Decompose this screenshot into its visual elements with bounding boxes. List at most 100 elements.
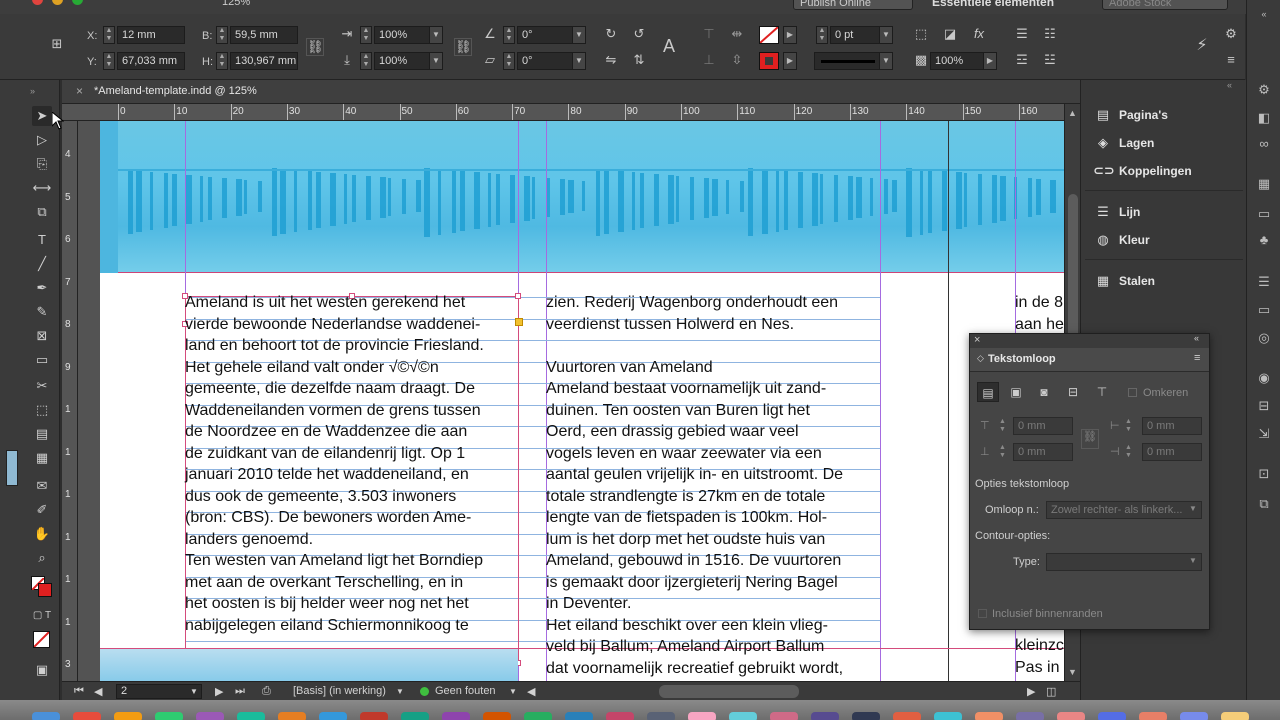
dock-app-icon[interactable]: [360, 712, 388, 720]
cc-libraries-icon[interactable]: ◧: [1256, 110, 1272, 126]
scale-x-stepper[interactable]: ▲ ▼: [360, 26, 372, 44]
text-justify-icon[interactable]: ☳: [1041, 52, 1059, 70]
screen-mode-icon[interactable]: ▣: [32, 660, 52, 680]
first-page-icon[interactable]: ⏮: [74, 685, 84, 698]
dock-app-icon[interactable]: [524, 712, 552, 720]
dock-app-icon[interactable]: [114, 712, 142, 720]
horizontal-scroll-thumb[interactable]: [659, 685, 799, 698]
stroke-type-dropdown[interactable]: ▼: [879, 52, 893, 70]
close-window-button[interactable]: [32, 0, 43, 5]
formatting-affects-icon[interactable]: ▢ T: [32, 606, 52, 626]
gradient-feather-tool[interactable]: ▦: [32, 448, 52, 468]
last-page-icon[interactable]: ⏭: [235, 685, 245, 698]
panel-toggle-icon[interactable]: ◇: [977, 353, 984, 364]
opacity-field[interactable]: 100%: [930, 52, 984, 70]
expand-panels-icon[interactable]: «: [1256, 6, 1272, 22]
collapse-panel-icon[interactable]: «: [1194, 333, 1199, 343]
eyedropper-tool[interactable]: ✐: [32, 500, 52, 520]
rotate-dropdown[interactable]: ▼: [572, 26, 586, 44]
dock-app-icon[interactable]: [934, 712, 962, 720]
right-offset-field[interactable]: 0 mm: [1142, 443, 1202, 461]
height-field[interactable]: 130,967 mm: [230, 52, 298, 70]
stroke-dropdown[interactable]: ▶: [783, 52, 797, 70]
adobe-stock-search[interactable]: Adobe Stock: [1102, 0, 1228, 10]
zoom-level[interactable]: 125%: [222, 0, 250, 8]
dock-app-icon[interactable]: [811, 712, 839, 720]
horizontal-ruler[interactable]: 0 10 20 30 40 50 60 70 80 90 100 110 120 130 140 150 160: [62, 104, 1064, 121]
drop-shadow-icon[interactable]: ◪: [941, 26, 959, 44]
dock-app-icon[interactable]: [770, 712, 798, 720]
dock-app-icon[interactable]: [319, 712, 347, 720]
jump-next-column-icon[interactable]: ⊤: [1091, 382, 1113, 402]
panel-menu-icon[interactable]: ≡: [1222, 52, 1240, 70]
dock-app-icon[interactable]: [647, 712, 675, 720]
free-transform-tool[interactable]: ⬚: [32, 400, 52, 420]
info-panel-icon[interactable]: ⊟: [1256, 398, 1272, 414]
note-tool[interactable]: ✉: [32, 476, 52, 496]
dock-app-icon[interactable]: [278, 712, 306, 720]
dock-app-icon[interactable]: [565, 712, 593, 720]
contour-type-select[interactable]: [1046, 553, 1202, 571]
wrap-bounding-box-icon[interactable]: ▣: [1005, 382, 1027, 402]
next-page-icon[interactable]: ▶: [215, 685, 223, 698]
wrap-to-select[interactable]: Zowel rechter- als linkerk...: [1046, 501, 1202, 519]
shear-stepper[interactable]: ▲ ▼: [503, 52, 515, 70]
close-panel-icon[interactable]: ×: [974, 334, 980, 346]
constrain-proportions-icon[interactable]: ⛓: [306, 38, 324, 56]
preflight-status[interactable]: Geen fouten: [435, 685, 496, 697]
y-stepper[interactable]: ▲ ▼: [103, 52, 115, 70]
reference-point-icon[interactable]: ⊞: [48, 36, 66, 54]
effects-panel-icon[interactable]: ◉: [1256, 370, 1272, 386]
wrap-object-shape-icon[interactable]: ◙: [1033, 382, 1055, 402]
stroke-weight-field[interactable]: 0 pt: [830, 26, 880, 44]
gap-tool[interactable]: ⟷: [32, 178, 52, 198]
y-position-field[interactable]: 67,033 mm: [117, 52, 185, 70]
apply-none-button[interactable]: [33, 631, 50, 648]
pathfinder-icon[interactable]: ⧉: [1256, 496, 1272, 512]
dock-app-icon[interactable]: [155, 712, 183, 720]
gradient-panel-icon[interactable]: ▭: [1256, 206, 1272, 222]
type-tool[interactable]: T: [32, 230, 52, 250]
dock-app-icon[interactable]: [1057, 712, 1085, 720]
left-offset-field[interactable]: 0 mm: [1142, 417, 1202, 435]
distribute-v-icon[interactable]: ⇳: [728, 52, 746, 70]
text-column-3-top[interactable]: in de 8 aan he: [1015, 292, 1064, 335]
dock-app-icon[interactable]: [196, 712, 224, 720]
dock-app-icon[interactable]: [1098, 712, 1126, 720]
links-panel-icon[interactable]: ∞: [1256, 136, 1272, 152]
x-stepper[interactable]: ▲ ▼: [103, 26, 115, 44]
rotate-angle-field[interactable]: 0°: [517, 26, 573, 44]
align-top-icon[interactable]: ⊤: [700, 26, 718, 44]
panel-stroke[interactable]: ☰ Lijn: [1081, 198, 1247, 226]
x-position-field[interactable]: 12 mm: [117, 26, 185, 44]
frame-handle[interactable]: [515, 293, 521, 299]
style-status[interactable]: [Basis] (in werking): [293, 685, 386, 697]
distribute-icon[interactable]: ⇹: [728, 26, 746, 44]
scroll-right-icon[interactable]: ▶: [1027, 685, 1035, 698]
style-dropdown-icon[interactable]: ▼: [396, 687, 404, 696]
panel-color[interactable]: ◍ Kleur: [1081, 226, 1247, 254]
wrap-to-dropdown-icon[interactable]: ▼: [1189, 504, 1197, 513]
scale-y-stepper[interactable]: ▲ ▼: [360, 52, 372, 70]
out-port[interactable]: [515, 318, 523, 326]
scroll-down-icon[interactable]: ▼: [1068, 667, 1077, 677]
header-photo[interactable]: [100, 121, 1064, 273]
dock-app-icon[interactable]: [401, 712, 429, 720]
collapse-panels-icon[interactable]: «: [1227, 80, 1232, 90]
constrain-scale-icon[interactable]: ⛓: [454, 38, 472, 56]
gradient-swatch-tool[interactable]: ▤: [32, 424, 52, 444]
minimize-window-button[interactable]: [52, 0, 63, 5]
jump-object-icon[interactable]: ⊟: [1062, 382, 1084, 402]
settings-gear-icon[interactable]: ⚙: [1222, 26, 1240, 44]
hand-tool[interactable]: ✋: [32, 524, 52, 544]
swatches-panel-icon[interactable]: ♣: [1256, 232, 1272, 248]
dock-app-icon[interactable]: [1016, 712, 1044, 720]
text-align-top-icon[interactable]: ☰: [1013, 26, 1031, 44]
right-offset-stepper[interactable]: ▲ ▼: [1125, 444, 1132, 460]
rotate-stepper[interactable]: ▲ ▼: [503, 26, 515, 44]
page-dropdown-icon[interactable]: ▼: [190, 687, 198, 696]
text-column-1[interactable]: Ameland is uit het westen gerekend het v…: [185, 292, 484, 636]
dock-app-icon[interactable]: [1139, 712, 1167, 720]
publish-online-button[interactable]: Publish Online: [793, 0, 913, 10]
scale-y-dropdown[interactable]: ▼: [429, 52, 443, 70]
